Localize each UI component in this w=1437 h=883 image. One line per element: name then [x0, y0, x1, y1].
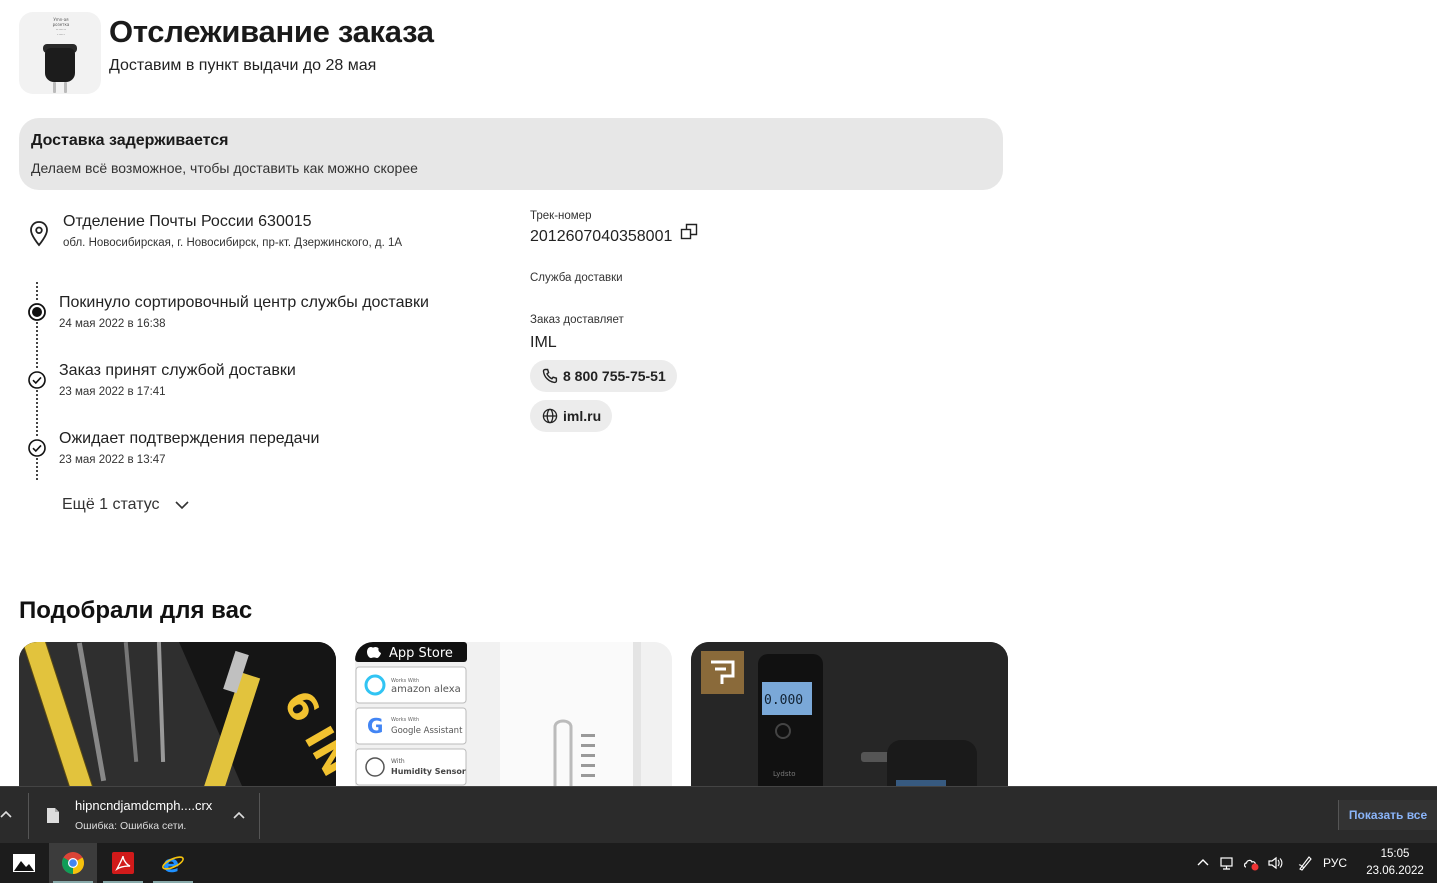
timeline-status-label: Ожидает подтверждения передачи — [59, 430, 320, 447]
chevron-up-icon[interactable] — [1195, 855, 1211, 871]
system-tray: РУС 15:05 23.06.2022 — [1191, 843, 1437, 883]
check-circle-icon — [27, 370, 47, 390]
breathalyzer-brand: Lydsto — [773, 770, 796, 778]
carrier-phone-button[interactable]: 8 800 755-75-51 — [530, 360, 677, 392]
product-box-print: Уmn-ая розетка ········ ······ — [52, 17, 70, 37]
timeline-status-date: 24 мая 2022 в 16:38 — [59, 318, 166, 330]
phone-icon — [542, 368, 558, 384]
delay-banner-title: Доставка задерживается — [31, 132, 229, 149]
carrier-caption: Заказ доставляет — [530, 314, 624, 326]
network-icon[interactable] — [1219, 855, 1235, 871]
show-more-statuses-button[interactable]: Ещё 1 статус — [62, 496, 190, 514]
smart-sensor-image: App Store Works With amazon alexa G Work… — [355, 642, 672, 786]
copy-icon[interactable] — [680, 223, 698, 241]
product-card-smart-sensor[interactable]: App Store Works With amazon alexa G Work… — [355, 642, 672, 786]
carrier-website-link: iml.ru — [563, 408, 602, 424]
breathalyzer-image: 0.000 Lydsto — [691, 642, 1008, 786]
chrome-icon — [62, 852, 84, 874]
recommendations-title: Подобрали для вас — [19, 597, 253, 624]
multitool-pen-image: 6 IN 1 PEN — [19, 642, 336, 786]
location-pin-icon — [30, 221, 48, 247]
badge-humidity-sensor: Humidity Sensor — [391, 767, 466, 776]
badge-works-with-2: Works With — [391, 717, 419, 723]
acrobat-app-button[interactable] — [99, 843, 147, 883]
volume-icon[interactable] — [1267, 855, 1283, 871]
badge-app-store: App Store — [389, 646, 453, 661]
svg-text:G: G — [367, 714, 383, 738]
badge-google-assistant: Google Assistant — [391, 726, 463, 736]
track-number: 2012607040358001 — [530, 228, 673, 245]
input-language-indicator[interactable]: РУС — [1323, 856, 1347, 870]
internet-explorer-icon: e — [162, 851, 184, 875]
timeline-status-date: 23 мая 2022 в 17:41 — [59, 386, 166, 398]
plug-image — [45, 48, 75, 82]
chevron-up-icon[interactable] — [0, 807, 14, 823]
globe-icon — [542, 408, 558, 424]
show-all-downloads-button[interactable]: Показать все — [1338, 800, 1437, 830]
delay-banner: Доставка задерживается Делаем всё возмож… — [19, 118, 1003, 190]
product-card-breathalyzer[interactable]: 0.000 Lydsto — [691, 642, 1008, 786]
delay-banner-text: Делаем всё возможное, чтобы доставить ка… — [31, 160, 418, 176]
internet-explorer-app-button[interactable]: e — [149, 843, 197, 883]
product-thumbnail[interactable]: Уmn-ая розетка ········ ······ — [19, 12, 101, 94]
recommendations-carousel: 6 IN 1 PEN App Store Works With amazon a… — [19, 642, 1008, 786]
page-title: Отслеживание заказа — [109, 14, 434, 49]
delivery-info: Трек-номер 2012607040358001 Служба доста… — [530, 210, 830, 432]
acrobat-icon — [112, 852, 134, 874]
download-bar: hipncndjamdcmph....crx Ошибка: Ошибка се… — [0, 786, 1437, 843]
pickup-point-name: Отделение Почты России 630015 — [63, 213, 312, 230]
breathalyzer-screen-value: 0.000 — [764, 693, 803, 708]
pickup-point-address: обл. Новосибирская, г. Новосибирск, пр-к… — [63, 237, 403, 249]
carrier-name: IML — [530, 334, 557, 351]
clock-date: 23.06.2022 — [1366, 865, 1424, 877]
photos-app-button[interactable] — [0, 843, 48, 883]
carrier-phone-number: 8 800 755-75-51 — [563, 368, 666, 384]
system-clock[interactable]: 15:05 23.06.2022 — [1359, 846, 1431, 880]
windows-taskbar: e РУС 15:05 23.06.2022 — [0, 843, 1437, 883]
clock-time: 15:05 — [1380, 848, 1410, 860]
cloud-error-icon[interactable] — [1243, 855, 1259, 871]
delivery-estimate: Доставим в пункт выдачи до 28 мая — [109, 57, 377, 74]
download-item[interactable]: hipncndjamdcmph....crx Ошибка: Ошибка се… — [28, 793, 260, 839]
show-more-statuses-label: Ещё 1 статус — [62, 496, 160, 513]
track-number-caption: Трек-номер — [530, 210, 592, 222]
badge-with: With — [391, 758, 405, 765]
delivery-service-caption: Служба доставки — [530, 272, 623, 284]
check-circle-icon — [27, 438, 47, 458]
timeline-status-date: 23 мая 2022 в 13:47 — [59, 454, 166, 466]
chevron-down-icon — [174, 501, 189, 510]
chrome-app-button[interactable] — [49, 843, 97, 883]
product-card-multitool-pen[interactable]: 6 IN 1 PEN — [19, 642, 336, 786]
download-file-name: hipncndjamdcmph....crx — [75, 798, 213, 813]
download-status: Ошибка: Ошибка сети. — [75, 820, 187, 832]
order-tracking-page: Уmn-ая розетка ········ ······ Отслеживание… — [0, 0, 1437, 786]
pickup-point: Отделение Почты России 630015 обл. Новос… — [28, 212, 402, 249]
chevron-up-icon[interactable] — [232, 809, 246, 823]
photos-icon — [13, 854, 35, 872]
carrier-website-button[interactable]: iml.ru — [530, 400, 613, 432]
pen-input-icon[interactable] — [1297, 855, 1313, 871]
badge-alexa: amazon alexa — [391, 684, 461, 695]
current-status-icon — [27, 302, 47, 322]
timeline-status-label: Заказ принят службой доставки — [59, 362, 296, 379]
order-header: Уmn-ая розетка ········ ······ Отслеживание… — [19, 12, 434, 94]
file-icon — [47, 808, 59, 823]
timeline-status-label: Покинуло сортировочный центр службы дост… — [59, 294, 429, 311]
